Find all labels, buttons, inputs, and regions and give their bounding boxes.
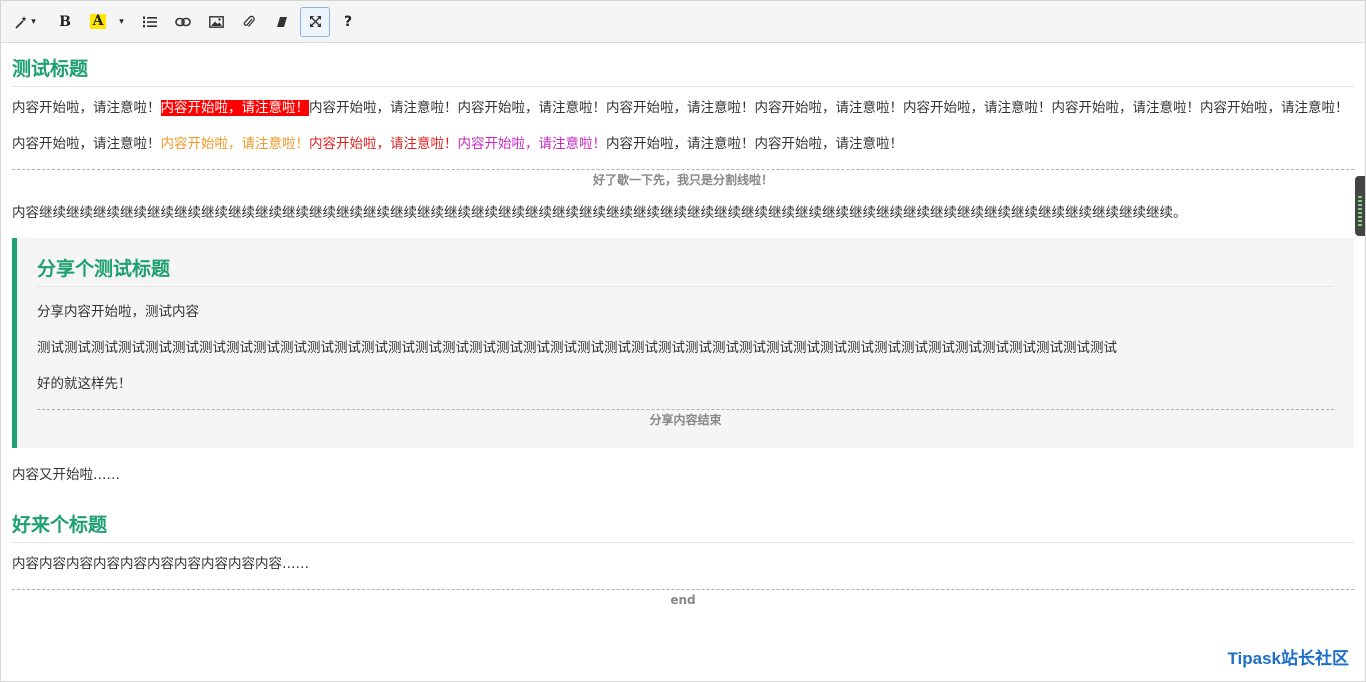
highlight-label: A — [89, 14, 107, 29]
chevron-down-icon: ▾ — [119, 16, 124, 27]
text-plain: 内容开始啦，请注意啦！ — [12, 136, 161, 152]
magic-wand-button[interactable]: ▾ — [11, 7, 39, 37]
share-line-2: 测试测试测试测试测试测试测试测试测试测试测试测试测试测试测试测试测试测试测试测试… — [37, 340, 1117, 356]
heading-second: 好来个标题 — [12, 500, 1354, 543]
text-plain: 内容开始啦，请注意啦！内容开始啦，请注意啦！内容开始啦，请注意啦！内容开始啦，请… — [309, 100, 1349, 116]
paragraph-5: 内容内容内容内容内容内容内容内容内容内容…… — [12, 556, 309, 572]
paperclip-icon — [243, 15, 255, 27]
share-blockquote: 分享个测试标题 分享内容开始啦，测试内容 测试测试测试测试测试测试测试测试测试测… — [12, 238, 1354, 448]
text-red: 内容开始啦，请注意啦！ — [309, 136, 458, 152]
text-plain: 内容开始啦，请注意啦！内容开始啦，请注意啦！ — [606, 136, 903, 152]
side-handle[interactable] — [1355, 176, 1365, 236]
bold-button[interactable]: B — [50, 7, 80, 37]
image-icon — [208, 15, 224, 28]
bold-label: B — [59, 13, 71, 30]
text-plain: 内容开始啦，请注意啦！ — [12, 100, 161, 116]
text-orange: 内容开始啦，请注意啦！ — [160, 136, 310, 152]
paragraph-4: 内容又开始啦…… — [12, 467, 120, 483]
heading-main: 测试标题 — [12, 44, 1354, 87]
fullscreen-button[interactable] — [300, 6, 330, 37]
fullscreen-icon — [309, 16, 321, 27]
text-magenta: 内容开始啦，请注意啦！ — [457, 136, 607, 152]
chevron-down-icon: ▾ — [31, 16, 36, 27]
ordered-list-button[interactable] — [135, 7, 165, 37]
ordered-list-icon — [143, 16, 157, 27]
text-highlighted: 内容开始啦，请注意啦！ — [160, 100, 309, 116]
share-heading: 分享个测试标题 — [37, 244, 1334, 287]
attachment-button[interactable] — [234, 7, 264, 37]
help-label: ? — [343, 13, 353, 30]
share-line-3: 好的就这样先！ — [37, 376, 132, 392]
editor-toolbar: ▾ B A ▾ ? — [1, 1, 1365, 43]
link-icon — [175, 17, 191, 26]
highlight-button[interactable]: A — [83, 7, 113, 37]
editor-content[interactable]: 测试标题 内容开始啦，请注意啦！内容开始啦，请注意啦！内容开始啦，请注意啦！内容… — [12, 44, 1354, 681]
rich-text-editor: ▾ B A ▾ ? 测试标题 内容开始啦，请注意啦！内容开始啦，请注意啦！内容开… — [0, 0, 1366, 682]
link-button[interactable] — [168, 7, 198, 37]
share-end-divider: 分享内容结束 — [37, 409, 1334, 430]
end-divider: end — [12, 589, 1354, 610]
highlight-dropdown-button[interactable]: ▾ — [113, 7, 129, 37]
paragraph-2: 内容开始啦，请注意啦！内容开始啦，请注意啦！内容开始啦，请注意啦！内容开始啦，请… — [12, 133, 1354, 155]
divider-rest: 好了歇一下先，我只是分割线啦！ — [12, 169, 1354, 190]
paragraph-1: 内容开始啦，请注意啦！内容开始啦，请注意啦！内容开始啦，请注意啦！内容开始啦，请… — [12, 97, 1354, 119]
magic-wand-icon — [15, 15, 27, 29]
eraser-button[interactable] — [267, 7, 297, 37]
eraser-icon — [277, 16, 287, 27]
paragraph-3: 内容继续继续继续继续继续继续继续继续继续继续继续继续继续继续继续继续继续继续继续… — [12, 205, 1187, 221]
image-button[interactable] — [201, 7, 231, 37]
watermark-logo: Tipask站长社区 — [1227, 649, 1349, 668]
help-button[interactable]: ? — [333, 7, 363, 37]
share-line-1: 分享内容开始啦，测试内容 — [37, 304, 199, 320]
